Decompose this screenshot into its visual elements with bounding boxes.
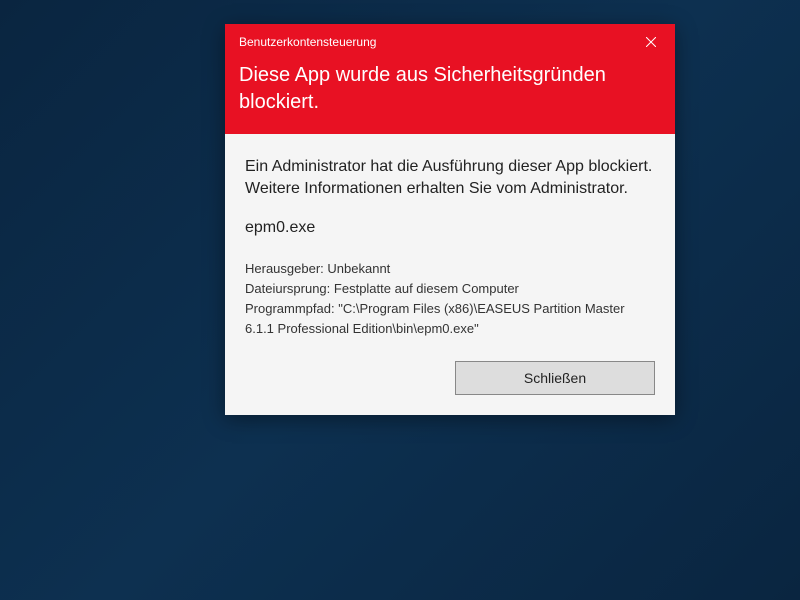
origin-row: Dateiursprung: Festplatte auf diesem Com…	[245, 279, 655, 299]
header-message: Diese App wurde aus Sicherheitsgründen b…	[239, 62, 661, 116]
details-block: Herausgeber: Unbekannt Dateiursprung: Fe…	[245, 259, 655, 340]
publisher-label: Herausgeber:	[245, 261, 324, 276]
origin-value: Festplatte auf diesem Computer	[334, 281, 519, 296]
publisher-row: Herausgeber: Unbekannt	[245, 259, 655, 279]
dialog-header: Benutzerkontensteuerung Diese App wurde …	[225, 24, 675, 134]
close-icon[interactable]	[641, 32, 661, 52]
dialog-title: Benutzerkontensteuerung	[239, 35, 376, 49]
filename-text: epm0.exe	[245, 219, 655, 237]
publisher-value: Unbekannt	[327, 261, 390, 276]
close-button[interactable]: Schließen	[455, 361, 655, 395]
dialog-body: Ein Administrator hat die Ausführung die…	[225, 134, 675, 415]
path-row: Programmpfad: "C:\Program Files (x86)\EA…	[245, 299, 655, 339]
uac-dialog: Benutzerkontensteuerung Diese App wurde …	[225, 24, 675, 415]
button-row: Schließen	[245, 361, 655, 395]
path-label: Programmpfad:	[245, 301, 335, 316]
explanation-text: Ein Administrator hat die Ausführung die…	[245, 156, 655, 201]
origin-label: Dateiursprung:	[245, 281, 330, 296]
dialog-titlebar: Benutzerkontensteuerung	[239, 32, 661, 52]
